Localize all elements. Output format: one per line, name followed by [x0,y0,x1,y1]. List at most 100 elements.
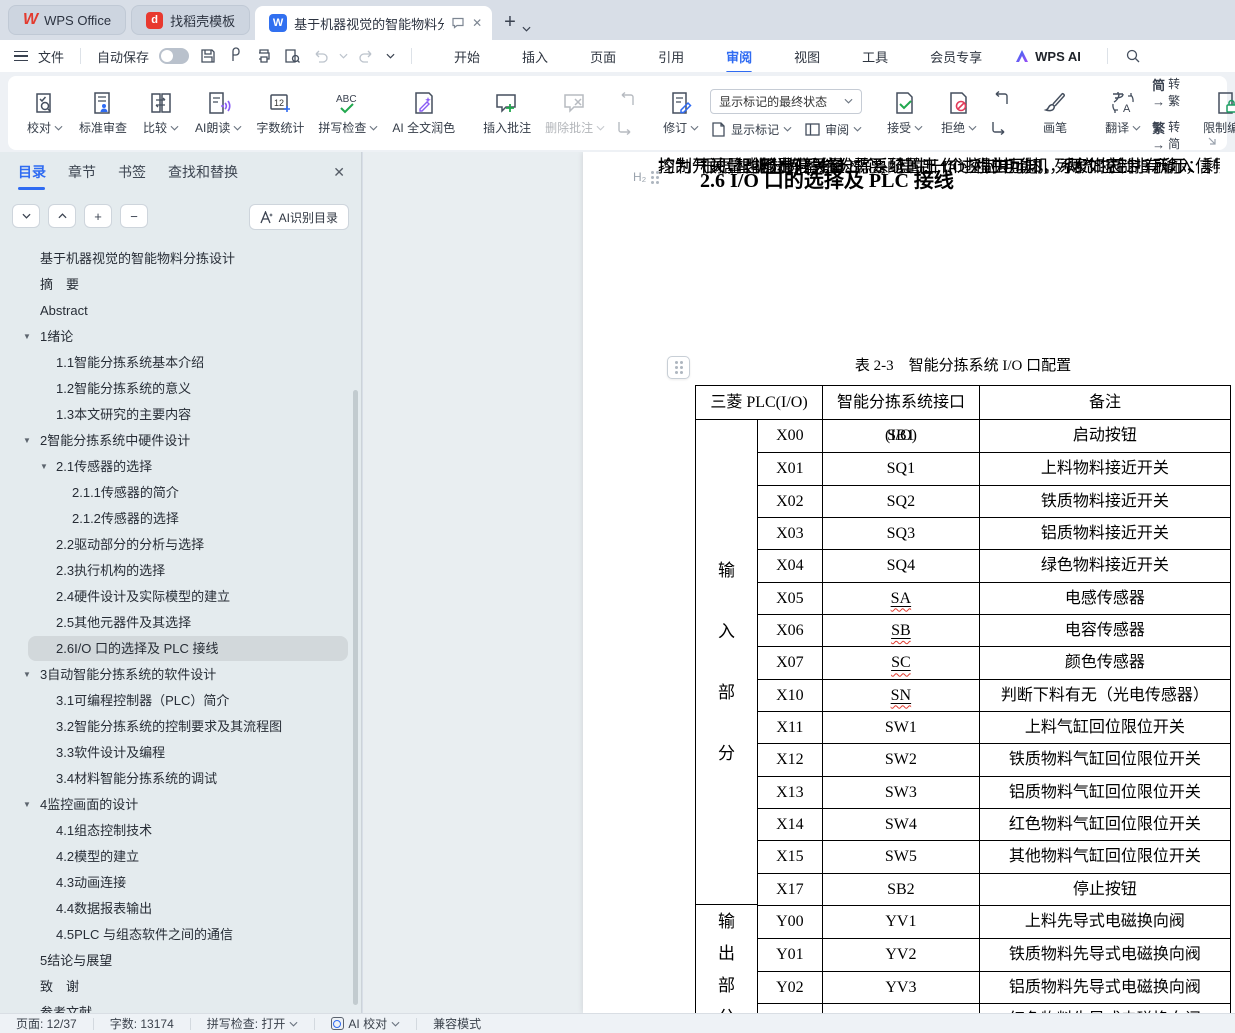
cell-plc-port[interactable]: Y00 [758,906,823,938]
heading2-paragraph-handle[interactable]: H₂ [633,170,659,184]
tab-list-chevron-icon[interactable] [522,26,531,32]
toc-item[interactable]: ▼ 4监控画面的设计 [0,792,359,818]
toc-item[interactable]: ▼ 3自动智能分拣系统的软件设计 [0,662,359,688]
cell-plc-port[interactable]: X11 [758,712,823,743]
cell-remark[interactable]: 停止按钮 [980,874,1230,905]
file-menu[interactable]: 文件 [38,47,64,66]
toc-item[interactable]: 2.1.1传感器的简介 [0,480,359,506]
cell-interface[interactable]: SA [823,583,980,614]
new-tab-button[interactable]: + [504,11,516,34]
sidebar-tab[interactable]: 书签 [118,162,146,190]
cell-plc-port[interactable]: Y03 [758,1004,823,1013]
toc-item[interactable]: 2.1.2传感器的选择 [0,506,359,532]
export-pdf-icon[interactable] [227,47,245,65]
toc-item[interactable]: 致 谢 [0,974,359,1000]
cell-interface[interactable]: SW1 [823,712,980,743]
previous-comment-button[interactable] [614,88,638,110]
ink-brush-button[interactable]: 画笔 [1030,86,1080,140]
toc-item[interactable]: ▼ 2.1传感器的选择 [0,454,359,480]
track-changes-button[interactable]: 修订 [656,86,706,140]
menu-item[interactable]: 引用 [656,41,686,72]
cell-remark[interactable]: 绿色物料接近开关 [980,550,1230,581]
cell-remark[interactable]: 电感传感器 [980,583,1230,614]
menu-item[interactable]: 页面 [588,41,618,72]
toc-expand-arrow-icon[interactable]: ▼ [23,792,31,818]
ai-polish-button[interactable]: AI 全文润色 [387,86,460,140]
cell-plc-port[interactable]: Y01 [758,939,823,970]
toc-item[interactable]: 3.1可编程控制器（PLC）简介 [0,688,359,714]
spellcheck-status[interactable]: 拼写检查: 打开 [207,1015,299,1032]
cell-interface[interactable]: SQ4 [823,550,980,581]
next-change-button[interactable] [988,116,1012,138]
markup-state-dropdown[interactable]: 显示标记的最终状态 [710,89,862,114]
toc-item[interactable]: 5结论与展望 [0,948,359,974]
toc-expand-arrow-icon[interactable]: ▼ [23,662,31,688]
cell-interface[interactable]: SW5 [823,841,980,872]
menu-item[interactable]: 工具 [860,41,890,72]
cell-plc-port[interactable]: X03 [758,518,823,549]
cell-remark[interactable]: 铝质物料接近开关 [980,518,1230,549]
toc-item[interactable]: 4.3动画连接 [0,870,359,896]
print-icon[interactable] [255,47,273,65]
cell-remark[interactable]: 红色物料气缸回位限位开关 [980,809,1230,840]
toc-item[interactable]: ▼ 2智能分拣系统中硬件设计 [0,428,359,454]
toc-item[interactable]: 4.1组态控制技术 [0,818,359,844]
compare-button[interactable]: 比较 [136,86,186,140]
cell-remark[interactable]: 铁质物料气缸回位限位开关 [980,744,1230,775]
cell-interface[interactable]: YV4 [823,1004,980,1013]
cell-plc-port[interactable]: X00 [758,420,823,452]
toc-item[interactable]: 3.3软件设计及编程 [0,740,359,766]
sidebar-scrollbar[interactable] [353,390,358,1005]
cell-interface[interactable]: SW4 [823,809,980,840]
sidebar-tab[interactable]: 章节 [68,162,96,190]
toc-expand-all-button[interactable] [12,204,40,228]
cell-plc-port[interactable]: Y02 [758,972,823,1003]
print-preview-icon[interactable] [283,47,301,65]
cell-remark[interactable]: 启动按钮 [980,420,1230,452]
undo-chevron-icon[interactable] [339,53,348,59]
next-comment-button[interactable] [614,116,638,138]
toc-item[interactable]: 4.5PLC 与组态软件之间的通信 [0,922,359,948]
search-icon[interactable] [1124,47,1142,65]
table-caption[interactable]: 表 2-3 智能分拣系统 I/O 口配置 [695,354,1231,375]
toc-item[interactable]: 3.4材料智能分拣系统的调试 [0,766,359,792]
cell-remark[interactable]: 其他物料气缸回位限位开关 [980,841,1230,872]
redo-icon[interactable] [358,47,376,65]
show-markup-button[interactable]: 显示标记 [710,121,792,138]
comment-bubble-icon[interactable] [451,16,465,30]
toc-item[interactable]: Abstract [0,298,359,324]
toc-item[interactable]: 1.3本文研究的主要内容 [0,402,359,428]
cell-remark[interactable]: 红色物料先导式电磁换向阀 [980,1004,1230,1013]
delete-comment-button[interactable]: 删除批注 [540,86,610,140]
toc-zoom-in-button[interactable]: + [84,204,112,228]
word-count-indicator[interactable]: 字数: 13174 [110,1015,174,1032]
ai-read-aloud-button[interactable]: AI朗读 [190,86,247,140]
cell-plc-port[interactable]: X02 [758,486,823,517]
cell-plc-port[interactable]: X12 [758,744,823,775]
cell-remark[interactable]: 电容传感器 [980,615,1230,646]
menu-item[interactable]: 开始 [452,41,482,72]
cell-interface[interactable]: SQ2 [823,486,980,517]
cell-remark[interactable]: 铝质物料先导式电磁换向阀 [980,972,1230,1003]
cell-interface[interactable]: SW2 [823,744,980,775]
cell-plc-port[interactable]: X10 [758,680,823,711]
traditional-to-simplified-button[interactable]: 繁→ 转简 [1152,118,1180,152]
header-cell-remark[interactable]: 备注 [980,386,1230,419]
cell-plc-port[interactable]: X01 [758,453,823,484]
cell-remark[interactable]: 上料物料接近开关 [980,453,1230,484]
tab-wps-office[interactable]: W WPS Office [8,5,126,35]
toc-item[interactable]: 2.2驱动部分的分析与选择 [0,532,359,558]
menu-item[interactable]: 视图 [792,41,822,72]
cell-interface[interactable]: SB2 [823,874,980,905]
cell-plc-port[interactable]: X05 [758,583,823,614]
cell-remark[interactable]: 判断下料有无（光电传感器） [980,680,1230,711]
document-page[interactable]: H₂ 2.6 I/O 口的选择及 PLC 接线 根据材料智能分拣系统的工作过程由… [583,152,1235,1013]
toc-item[interactable]: 1.2智能分拣系统的意义 [0,376,359,402]
cell-remark[interactable]: 上料气缸回位限位开关 [980,712,1230,743]
save-icon[interactable] [199,47,217,65]
cell-plc-port[interactable]: X14 [758,809,823,840]
toc-item[interactable]: 参考文献 [0,1000,359,1013]
toc-item[interactable]: 4.4数据报表输出 [0,896,359,922]
cell-interface[interactable]: SB [823,615,980,646]
reject-changes-button[interactable]: 拒绝 [934,86,984,140]
